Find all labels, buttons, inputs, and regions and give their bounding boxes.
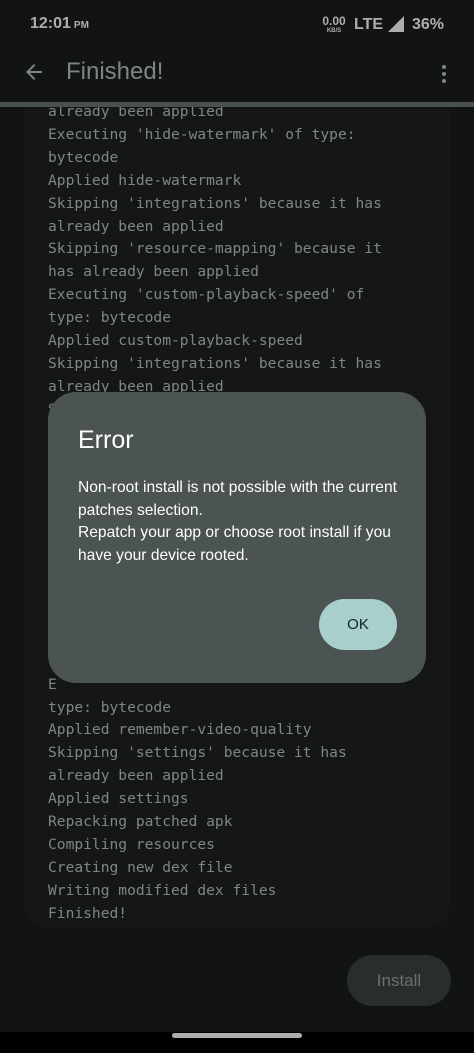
ok-button[interactable]: OK (319, 599, 397, 650)
dialog-message-line: Non-root install is not possible with th… (78, 479, 397, 519)
dialog-message: Non-root install is not possible with th… (78, 477, 408, 567)
app-screen: 12:01 PM 0.00 KB/S LTE 36% Finished! alre… (0, 0, 474, 1053)
dialog-title: Error (78, 426, 134, 454)
dialog-message-line: Repatch your app or choose root install … (78, 524, 391, 564)
error-dialog: Error Non-root install is not possible w… (48, 392, 426, 683)
